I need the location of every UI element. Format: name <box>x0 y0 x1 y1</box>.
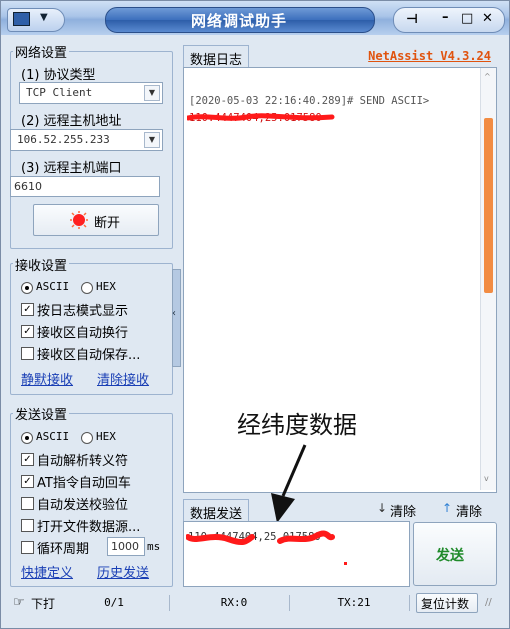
parse-escape-label: 自动解析转义符 <box>37 454 129 469</box>
redaction-scribble <box>187 113 335 121</box>
window-controls: ⊣ – □ ✕ <box>393 7 505 33</box>
rx-counter: RX:0 <box>179 595 290 611</box>
file-source-label: 打开文件数据源... <box>37 520 141 535</box>
network-app-icon <box>13 12 30 26</box>
count-cell: 0/1 <box>59 595 170 611</box>
log-mode-label: 按日志模式显示 <box>37 304 129 319</box>
clear-send-label: 清除 <box>456 505 483 520</box>
remote-ip-select[interactable]: 106.52.255.233 ▼ <box>10 129 163 151</box>
close-button[interactable]: ✕ <box>482 11 493 26</box>
hand-icon: ☞ <box>13 595 25 610</box>
receive-ascii-radio[interactable] <box>21 282 33 294</box>
data-send-tab-label: 数据发送 <box>190 507 243 522</box>
clear-down-icon: ↓ <box>377 501 388 515</box>
status-bar: ☞ 下打 0/1 RX:0 TX:21 复位计数 // <box>1 591 509 628</box>
shortcut-define-link[interactable]: 快捷定义 <box>21 562 73 581</box>
resize-grip-icon[interactable]: // <box>485 597 492 608</box>
tab-data-send[interactable]: 数据发送 <box>183 499 249 522</box>
auto-checksum-checkbox[interactable] <box>21 497 34 510</box>
log-mode-checkbox[interactable]: ✓ <box>21 303 34 316</box>
receive-hex-radio[interactable] <box>81 282 93 294</box>
protocol-value: TCP Client <box>26 86 93 99</box>
receive-ascii-label: ASCII <box>36 280 70 293</box>
redaction-scribble <box>186 530 335 546</box>
send-hex-label: HEX <box>96 430 116 443</box>
history-send-link[interactable]: 历史发送 <box>97 562 149 581</box>
remote-ip-label: (2) 远程主机地址 <box>21 114 122 129</box>
auto-save-label: 接收区自动保存... <box>37 348 141 363</box>
system-menu-button[interactable]: ▼ <box>7 8 65 32</box>
pin-icon[interactable]: ⊣ <box>406 12 418 27</box>
annotation-label: 经纬度数据 <box>237 411 357 439</box>
chevron-down-icon[interactable]: ▼ <box>144 132 160 148</box>
remote-port-field[interactable]: 6610 <box>10 176 160 197</box>
clear-log-label: 清除 <box>390 505 417 520</box>
remote-port-value: 6610 <box>14 180 42 193</box>
remote-ip-value: 106.52.255.233 <box>17 133 110 146</box>
silent-receive-link[interactable]: 静默接收 <box>21 369 73 388</box>
annotation-arrow <box>271 444 307 523</box>
version-link[interactable]: NetAssist V4.3.24 <box>368 49 491 63</box>
tx-counter: TX:21 <box>299 595 410 611</box>
loop-period-field[interactable]: 1000 <box>107 537 145 556</box>
send-settings-title: 发送设置 <box>13 404 70 423</box>
protocol-select[interactable]: TCP Client ▼ <box>19 82 163 104</box>
auto-checksum-label: 自动发送校验位 <box>37 498 129 513</box>
auto-save-checkbox[interactable] <box>21 347 34 360</box>
at-enter-checkbox[interactable]: ✓ <box>21 475 34 488</box>
title-bar[interactable]: ▼ 网络调试助手 ⊣ – □ ✕ <box>1 1 509 35</box>
red-dot <box>344 562 347 565</box>
scroll-up-icon[interactable]: ^ <box>484 72 491 81</box>
reset-count-label: 复位计数 <box>421 597 470 611</box>
loop-unit-label: ms <box>147 540 161 553</box>
disconnect-button[interactable]: 断开 <box>33 204 159 236</box>
loop-period-value: 1000 <box>111 540 139 553</box>
app-window: ▼ 网络调试助手 ⊣ – □ ✕ 网络设置 (1) 协议类型 TCP Clien… <box>0 0 510 629</box>
network-settings-title: 网络设置 <box>13 42 70 61</box>
loop-send-checkbox[interactable] <box>21 541 34 554</box>
receive-hex-label: HEX <box>96 280 116 293</box>
log-entry-header: [2020-05-03 22:16:40.289]# SEND ASCII> <box>189 95 430 107</box>
clear-up-icon: ↑ <box>442 501 453 515</box>
chevron-down-icon[interactable]: ▼ <box>144 85 160 101</box>
send-ascii-label: ASCII <box>36 430 70 443</box>
log-scrollbar[interactable]: ^ v <box>480 68 496 490</box>
send-button[interactable]: 发送 <box>413 522 497 586</box>
scroll-thumb[interactable] <box>484 118 493 293</box>
maximize-button[interactable]: □ <box>461 11 473 26</box>
chevron-left-icon: ‹ <box>172 308 176 319</box>
clear-receive-link[interactable]: 清除接收 <box>97 369 149 388</box>
parse-escape-checkbox[interactable]: ✓ <box>21 453 34 466</box>
window-title: 网络调试助手 <box>190 12 287 30</box>
receive-settings-title: 接收设置 <box>13 255 70 274</box>
at-enter-label: AT指令自动回车 <box>37 476 131 491</box>
loop-period-label: 循环周期 <box>37 542 90 557</box>
data-log-tab-label: 数据日志 <box>190 53 243 68</box>
file-source-checkbox[interactable] <box>21 519 34 532</box>
send-ascii-radio[interactable] <box>21 432 33 444</box>
protocol-label: (1) 协议类型 <box>21 68 96 83</box>
status-light-icon <box>70 211 88 229</box>
tab-data-log[interactable]: 数据日志 <box>183 45 249 68</box>
chevron-down-icon: ▼ <box>40 12 48 23</box>
send-button-label: 发送 <box>436 548 464 564</box>
minimize-button[interactable]: – <box>442 10 449 25</box>
send-hex-radio[interactable] <box>81 432 93 444</box>
download-label: 下打 <box>31 597 56 611</box>
send-input-area[interactable]: 110.4447404,25.017580 <box>183 521 410 587</box>
auto-wrap-checkbox[interactable]: ✓ <box>21 325 34 338</box>
reset-count-button[interactable]: 复位计数 <box>416 593 478 613</box>
remote-port-label: (3) 远程主机端口 <box>21 161 122 176</box>
auto-wrap-label: 接收区自动换行 <box>37 326 129 341</box>
scroll-down-icon[interactable]: v <box>484 474 489 483</box>
panel-collapse-handle[interactable]: ‹ <box>172 269 181 367</box>
disconnect-label: 断开 <box>94 216 121 231</box>
